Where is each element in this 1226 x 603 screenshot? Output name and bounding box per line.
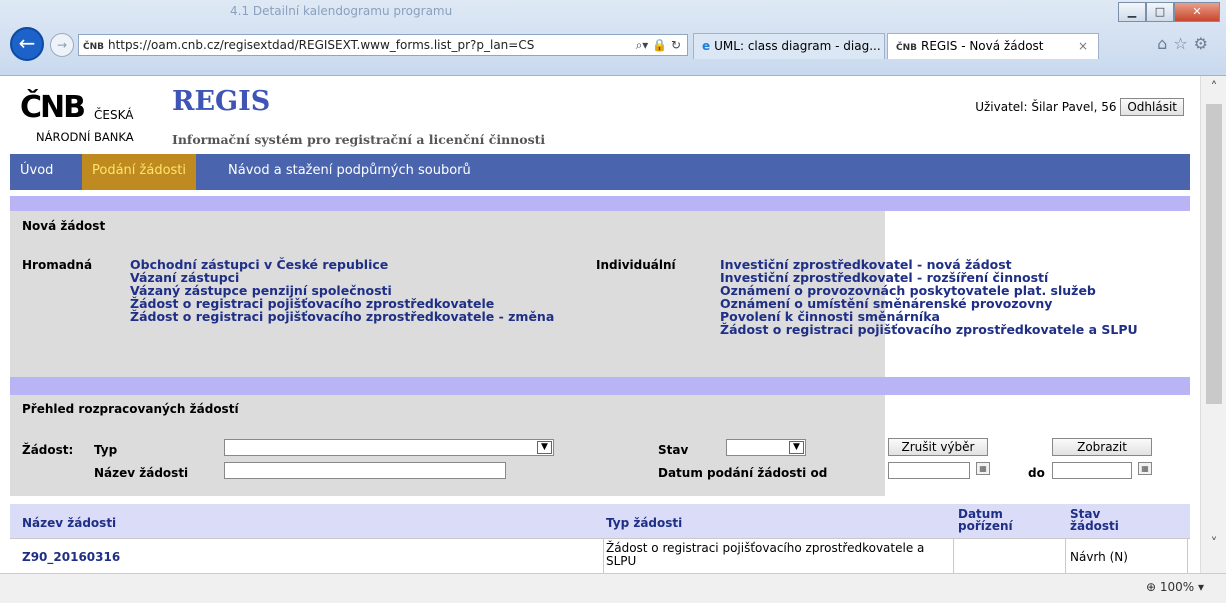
window-controls: ▁ □ ✕ [1118,2,1220,22]
link-bulk-4[interactable]: Žádost o registraci pojišťovacího zprost… [130,310,554,323]
main-menu: Úvod Podání žádosti Návod a stažení podp… [10,154,1190,190]
col-header-date[interactable]: Datum pořízení [958,508,1020,532]
gear-icon[interactable]: ⚙ [1194,34,1214,53]
tab-label: UML: class diagram - diag... [714,39,881,53]
scroll-up-icon[interactable]: ˄ [1201,80,1226,96]
table-header: Název žádosti Typ žádosti Datum pořízení… [10,504,1190,538]
col-header-name[interactable]: Název žádosti [22,517,116,529]
page-subtitle: Informační systém pro registrační a lice… [172,132,546,147]
cell-name[interactable]: Z90_20160316 [22,551,120,564]
bulk-links: Obchodní zástupci v České republice Váza… [130,258,554,323]
address-tools: ⌕▾ 🔒 ↻ [636,35,681,55]
individual-links: Investiční zprostředkovatel - nová žádos… [720,258,1138,336]
cell-type: Žádost o registraci pojišťovacího zprost… [606,541,925,568]
name-label: Název žádosti [94,466,189,480]
date-to-input[interactable] [1052,462,1132,479]
window-title: 4.1 Detailní kalendogramu programu [230,4,453,18]
status-bar: ⊕ 100% ▾ [0,573,1226,603]
overview-right [885,395,1190,417]
state-label: Stav [658,443,689,457]
divider-strip [10,377,1190,395]
vertical-scrollbar[interactable]: ˄ ˅ [1200,76,1226,573]
state-select[interactable]: ▼ [726,439,806,456]
name-input[interactable] [224,462,506,479]
logo-bottom: NÁRODNÍ BANKA [36,130,134,144]
table-row[interactable]: Z90_20160316 Žádost o registraci pojišťo… [10,538,1190,573]
tab-label: REGIS - Nová žádost [921,39,1044,53]
cell-divider [1187,539,1188,573]
zoom-control[interactable]: ⊕ 100% ▾ [1146,580,1204,594]
minimize-button[interactable]: ▁ [1118,2,1146,22]
calendar-icon[interactable]: ▦ [976,462,990,475]
cell-divider [953,539,954,573]
overview-title: Přehled rozpracovaných žádostí [22,402,239,416]
request-label: Žádost: [22,443,74,457]
menu-item-podani[interactable]: Podání žádosti [82,154,197,190]
date-from-input[interactable] [888,462,970,479]
logo-text: ČNB [20,90,86,125]
forward-button[interactable]: → [50,33,74,57]
calendar-icon[interactable]: ▦ [1138,462,1152,475]
divider-strip [10,196,1190,211]
show-button[interactable]: Zobrazit [1052,438,1152,456]
address-bar[interactable]: ČNB https://oam.cnb.cz/regisextdad/REGISE… [78,34,688,56]
tab-regis[interactable]: ČNB REGIS - Nová žádost × [887,33,1099,59]
cell-divider [1065,539,1066,573]
user-info: Uživatel: Šilar Pavel, 56 Odhlásit [975,98,1184,116]
page-title: REGIS [172,86,271,117]
chevron-down-icon: ▾ [1197,580,1204,594]
date-to-label: do [1028,466,1045,480]
scroll-down-icon[interactable]: ˅ [1201,536,1226,552]
arrow-left-icon: ← [18,31,36,55]
lock-icon[interactable]: 🔒 [652,38,667,52]
logout-button[interactable]: Odhlásit [1120,98,1184,116]
zoom-level: 100% [1159,580,1195,594]
star-icon[interactable]: ☆ [1173,34,1193,53]
site-favicon-icon: ČNB [83,42,104,52]
ie-icon: e [702,39,711,53]
back-button[interactable]: ← [10,27,44,61]
col-header-type[interactable]: Typ žádosti [606,517,682,529]
menu-item-uvod[interactable]: Úvod [10,154,63,190]
link-individual-5[interactable]: Žádost o registraci pojišťovacího zprost… [720,323,1138,336]
bulk-label: Hromadná [22,258,93,272]
logo-small: ČESKÁ [94,108,134,122]
refresh-icon[interactable]: ↻ [671,38,681,52]
url-text: https://oam.cnb.cz/regisextdad/REGISEXT.… [108,38,535,52]
page-content: ČNB ČESKÁ NÁRODNÍ BANKA REGIS Informační… [0,76,1200,573]
search-icon[interactable]: ⌕▾ [636,38,649,52]
new-request-title: Nová žádost [22,219,106,233]
close-tab-icon[interactable]: × [1078,34,1088,58]
home-icon[interactable]: ⌂ [1157,34,1173,53]
maximize-button[interactable]: □ [1146,2,1174,22]
cell-state: Návrh (N) [1070,550,1128,564]
zoom-icon: ⊕ [1145,580,1156,594]
type-select[interactable]: ▼ [224,439,554,456]
cell-divider [603,539,604,573]
type-label: Typ [94,443,118,457]
new-request-right [885,211,1190,231]
arrow-right-icon: → [56,38,68,52]
col-header-state[interactable]: Stav žádosti [1070,508,1130,532]
scroll-thumb[interactable] [1206,104,1222,404]
close-window-button[interactable]: ✕ [1174,2,1220,22]
chevron-down-icon: ▼ [537,441,552,454]
cnb-logo: ČNB ČESKÁ NÁRODNÍ BANKA [20,90,160,144]
clear-selection-button[interactable]: Zrušit výběr [888,438,988,456]
toolbar-icons: ⌂☆⚙ [1157,34,1214,53]
chevron-down-icon: ▼ [789,441,804,454]
tab-uml[interactable]: e UML: class diagram - diag... [693,33,885,59]
date-from-label: Datum podání žádosti od [658,466,828,480]
individual-label: Individuální [596,258,676,272]
site-favicon-icon: ČNB [896,43,917,53]
user-label: Uživatel: Šilar Pavel, 56 [975,100,1117,114]
browser-chrome: 4.1 Detailní kalendogramu programu ▁ □ ✕… [0,0,1226,76]
menu-item-navod[interactable]: Návod a stažení podpůrných souborů [218,154,481,190]
